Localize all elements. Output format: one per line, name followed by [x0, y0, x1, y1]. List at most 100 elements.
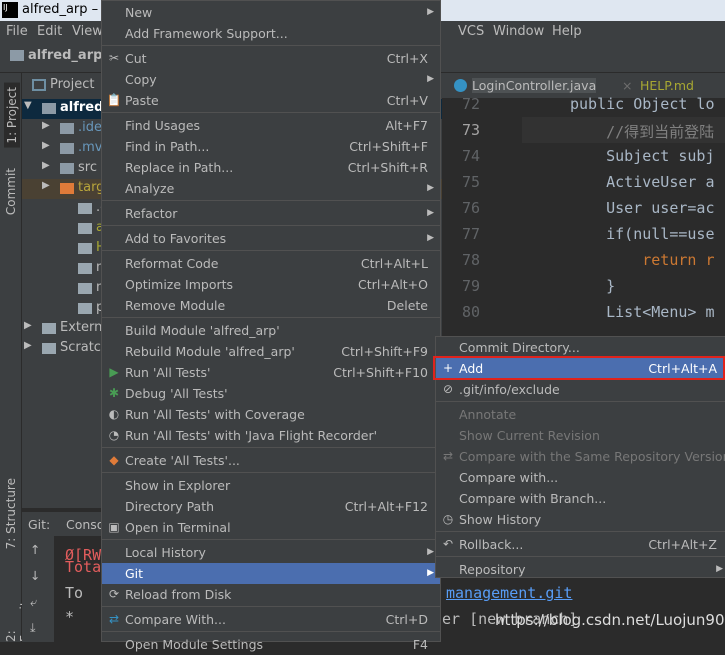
project-panel-header[interactable]: Project	[50, 77, 94, 92]
menu-item-show-in-explorer[interactable]: Show in Explorer	[102, 475, 440, 496]
code-line: Subject subj	[570, 147, 715, 165]
menu-item-label: Compare With...	[125, 612, 226, 627]
menu-view[interactable]: View	[72, 24, 103, 39]
menu-file[interactable]: File	[6, 24, 28, 39]
text-file-icon	[78, 283, 92, 294]
menu-item-reformat-code[interactable]: Reformat Code Ctrl+Alt+L	[102, 253, 440, 274]
menu-window[interactable]: Window	[493, 24, 544, 39]
menu-item-label: Reload from Disk	[125, 587, 232, 602]
menu-item-label: New	[125, 5, 153, 20]
coverage-icon: ◐	[108, 407, 120, 421]
folder-icon	[60, 143, 74, 154]
tab-project[interactable]: 1: Project	[4, 83, 20, 148]
menu-item-label: Find Usages	[125, 118, 201, 133]
collapse-arrow-icon[interactable]: ▶	[42, 180, 50, 191]
menu-item-label: Show History	[459, 512, 542, 527]
scratch-icon	[42, 343, 56, 354]
menu-item-compare-with[interactable]: ⇄ Compare With... Ctrl+D	[102, 609, 440, 630]
menu-item-optimize-imports[interactable]: Optimize Imports Ctrl+Alt+O	[102, 274, 440, 295]
breadcrumb-project[interactable]: alfred_arp	[28, 48, 102, 63]
collapse-arrow-icon[interactable]: ▶	[42, 120, 50, 131]
menu-help[interactable]: Help	[552, 24, 582, 39]
menu-item-copy[interactable]: Copy ▶	[102, 69, 440, 90]
submenu-arrow-icon: ▶	[427, 74, 434, 84]
menu-item-paste[interactable]: 📋 Paste Ctrl+V	[102, 90, 440, 111]
menu-item-local-history[interactable]: Local History ▶	[102, 542, 440, 563]
menu-item-run-all-tests[interactable]: ▶ Run 'All Tests' Ctrl+Shift+F10	[102, 362, 440, 383]
git-tab-label[interactable]: Git:	[28, 517, 50, 532]
reload-icon: ⟳	[108, 587, 120, 601]
arrow-up-icon[interactable]: ↑	[30, 542, 40, 557]
menu-edit[interactable]: Edit	[37, 24, 62, 39]
tab-structure[interactable]: 7: Structure	[4, 478, 18, 549]
menu-item-label: Find in Path...	[125, 139, 210, 154]
rollback-icon: ↶	[442, 537, 454, 551]
menu-item-new[interactable]: New ▶	[102, 2, 440, 23]
collapse-arrow-icon[interactable]: ▶	[24, 340, 32, 351]
menu-item-label: Commit Directory...	[459, 340, 580, 355]
menu-item-refactor[interactable]: Refactor ▶	[102, 203, 440, 224]
file-icon	[78, 223, 92, 234]
create-test-icon: ◆	[109, 453, 119, 467]
menu-item-label: Debug 'All Tests'	[125, 386, 228, 401]
menu-item-debug-all-tests[interactable]: ✱ Debug 'All Tests'	[102, 383, 440, 404]
folder-icon	[60, 123, 74, 134]
menu-item-show-history[interactable]: ◷ Show History	[436, 509, 725, 530]
collapse-arrow-icon[interactable]: ▶	[42, 140, 50, 151]
menu-item-reload-from-disk[interactable]: ⟳ Reload from Disk	[102, 584, 440, 605]
collapse-arrow-icon[interactable]: ▶	[24, 320, 32, 331]
java-class-icon	[454, 79, 467, 92]
menu-item-label: Rollback...	[459, 537, 524, 552]
submenu-arrow-icon: ▶	[427, 568, 434, 578]
line-number: 74	[461, 147, 480, 165]
menu-item-add-to-favorites[interactable]: Add to Favorites ▶	[102, 228, 440, 249]
menu-item-cut[interactable]: ✂ Cut Ctrl+X	[102, 48, 440, 69]
menu-item-compare-with-branch[interactable]: Compare with Branch...	[436, 488, 725, 509]
tree-item-label: src	[78, 160, 97, 175]
menu-item-remove-module[interactable]: Remove Module Delete	[102, 295, 440, 316]
line-number: 78	[461, 251, 480, 269]
code-line: return r	[570, 251, 715, 269]
menu-item-replace-in-path[interactable]: Replace in Path... Ctrl+Shift+R	[102, 157, 440, 178]
menu-item-commit-directory[interactable]: Commit Directory...	[436, 337, 725, 358]
line-number: 80	[461, 303, 480, 321]
menu-item-directory-path[interactable]: Directory Path Ctrl+Alt+F12	[102, 496, 440, 517]
console-tab[interactable]: Conso	[66, 517, 104, 532]
close-tab-icon[interactable]: ×	[622, 78, 632, 93]
menu-item-label: Add Framework Support...	[125, 26, 288, 41]
menu-item-compare-with[interactable]: Compare with...	[436, 467, 725, 488]
menu-item-open-module-settings[interactable]: Open Module Settings F4	[102, 634, 440, 655]
tab-help-md[interactable]: HELP.md	[640, 78, 694, 93]
menu-item-find-in-path[interactable]: Find in Path... Ctrl+Shift+F	[102, 136, 440, 157]
scroll-to-end-icon[interactable]: ⤓	[30, 620, 36, 636]
compare-icon: ⇄	[442, 449, 454, 463]
code-line: ActiveUser a	[570, 173, 715, 191]
collapse-arrow-icon[interactable]: ▶	[42, 160, 50, 171]
library-icon	[42, 323, 56, 334]
menu-vcs[interactable]: VCS	[458, 24, 484, 39]
menu-item-git[interactable]: Git ▶	[102, 563, 440, 584]
menu-item-find-usages[interactable]: Find Usages Alt+F7	[102, 115, 440, 136]
menu-item-build-module-alfred-arp[interactable]: Build Module 'alfred_arp'	[102, 320, 440, 341]
menu-item-repository[interactable]: Repository ▶	[436, 559, 725, 580]
soft-wrap-icon[interactable]: ⤶	[30, 594, 37, 610]
expand-arrow-icon[interactable]: ▼	[24, 100, 32, 111]
menu-item-create-all-tests[interactable]: ◆ Create 'All Tests'...	[102, 450, 440, 471]
shell-icon	[78, 263, 92, 274]
menu-item-rebuild-module-alfred-arp[interactable]: Rebuild Module 'alfred_arp' Ctrl+Shift+F9	[102, 341, 440, 362]
menu-item-run-all-tests-with-coverage[interactable]: ◐ Run 'All Tests' with Coverage	[102, 404, 440, 425]
menu-item-label: Create 'All Tests'...	[125, 453, 240, 468]
menu-item-label: Repository	[459, 562, 526, 577]
arrow-down-icon[interactable]: ↓	[30, 568, 40, 583]
tab-commit[interactable]: Commit	[4, 168, 18, 215]
menu-item-label: Analyze	[125, 181, 175, 196]
menu-item-git-info-exclude[interactable]: ⊘ .git/info/exclude	[436, 379, 725, 400]
tab-login-controller[interactable]: LoginController.java	[472, 78, 597, 93]
menu-item-open-in-terminal[interactable]: ▣ Open in Terminal	[102, 517, 440, 538]
menu-item-rollback[interactable]: ↶ Rollback... Ctrl+Alt+Z	[436, 534, 725, 555]
console-link[interactable]: management.git	[446, 584, 572, 602]
menu-item-analyze[interactable]: Analyze ▶	[102, 178, 440, 199]
menu-item-run-all-tests-with-java-flight-recorder[interactable]: ◔ Run 'All Tests' with 'Java Flight Recor…	[102, 425, 440, 446]
shortcut-label: Ctrl+Alt+F12	[344, 499, 428, 514]
menu-item-add-framework-support[interactable]: Add Framework Support...	[102, 23, 440, 44]
